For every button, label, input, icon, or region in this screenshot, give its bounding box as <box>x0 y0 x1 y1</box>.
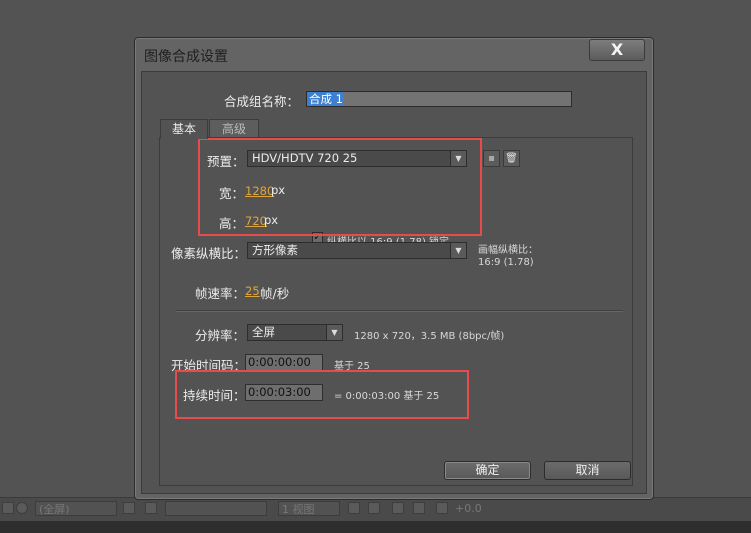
save-preset-icon[interactable]: ▪ <box>483 150 500 167</box>
resolution-dropdown[interactable]: 全屏 ▼ <box>247 324 343 341</box>
pixel-aspect-dropdown[interactable]: 方形像素 ▼ <box>247 242 467 259</box>
dialog-body: 合成组名称： 合成 1 基本 高级 预置： HDV/HDTV 720 25 ▼ … <box>141 71 647 494</box>
height-label: 高： <box>219 216 245 231</box>
width-value[interactable]: 1280 <box>245 184 274 198</box>
start-timecode-note: 基于 25 <box>334 361 370 372</box>
duration-input[interactable]: 0:00:03:00 <box>245 384 323 401</box>
bg-view-dropdown[interactable] <box>165 501 267 516</box>
duration-note: = 0:00:03:00 基于 25 <box>334 391 440 402</box>
bg-toggle-icon[interactable] <box>348 502 360 514</box>
bg-tool-icon[interactable] <box>2 502 14 514</box>
preset-dropdown[interactable]: HDV/HDTV 720 25 ▼ <box>247 150 467 167</box>
ok-button[interactable]: 确定 <box>444 461 531 480</box>
bg-views-dropdown[interactable]: 1 视图 <box>278 501 340 516</box>
frame-rate-value[interactable]: 25 <box>245 284 260 298</box>
comp-name-label: 合成组名称： <box>224 94 300 109</box>
section-divider <box>176 310 623 312</box>
pixel-aspect-label: 像素纵横比： <box>171 246 247 261</box>
height-unit: px <box>264 213 279 227</box>
comp-name-input[interactable]: 合成 1 <box>306 91 572 107</box>
bg-exposure-icon[interactable] <box>436 502 448 514</box>
preset-label: 预置： <box>207 154 245 169</box>
chevron-down-icon: ▼ <box>450 243 466 258</box>
resolution-value: 全屏 <box>252 325 275 339</box>
close-button[interactable]: X <box>589 39 645 61</box>
bg-transparency-grid-icon[interactable] <box>145 502 157 514</box>
pixel-aspect-value: 方形像素 <box>252 243 298 257</box>
composition-settings-dialog: 图像合成设置 X 合成组名称： 合成 1 基本 高级 预置： HDV/HDTV … <box>134 37 654 500</box>
bg-color-icon[interactable] <box>16 502 28 514</box>
frame-aspect-label: 画幅纵横比： <box>478 245 538 256</box>
start-timecode-input[interactable]: 0:00:00:00 <box>245 354 323 371</box>
bg-resolution-dropdown[interactable]: (全屏) <box>35 501 117 516</box>
duration-label: 持续时间： <box>183 388 246 403</box>
trash-icon[interactable]: 🗑 <box>503 150 520 167</box>
bg-region-icon[interactable] <box>123 502 135 514</box>
bg-exposure-value[interactable]: +0.0 <box>452 501 492 516</box>
width-unit: px <box>271 183 286 197</box>
bg-flowchart-icon[interactable] <box>413 502 425 514</box>
resolution-info: 1280 x 720，3.5 MB (8bpc/帧) <box>354 331 505 342</box>
chevron-down-icon: ▼ <box>326 325 342 340</box>
dialog-titlebar[interactable]: 图像合成设置 X <box>135 38 653 70</box>
frame-rate-label: 帧速率： <box>195 286 246 301</box>
frame-aspect-value: 16:9 (1.78) <box>478 257 534 268</box>
start-timecode-label: 开始时间码： <box>171 358 247 373</box>
background-timeline-edge <box>0 521 751 533</box>
width-label: 宽： <box>219 186 245 201</box>
bg-snapshot-icon[interactable] <box>368 502 380 514</box>
comp-name-value: 合成 1 <box>308 92 344 106</box>
frame-rate-unit: 帧/秒 <box>260 286 290 301</box>
preset-value: HDV/HDTV 720 25 <box>252 151 358 165</box>
chevron-down-icon: ▼ <box>450 151 466 166</box>
dialog-title: 图像合成设置 <box>144 49 228 65</box>
resolution-label: 分辨率： <box>195 328 246 343</box>
tab-advanced[interactable]: 高级 <box>209 119 259 138</box>
cancel-button[interactable]: 取消 <box>544 461 631 480</box>
tab-basic[interactable]: 基本 <box>160 119 208 139</box>
bg-channel-icon[interactable] <box>392 502 404 514</box>
